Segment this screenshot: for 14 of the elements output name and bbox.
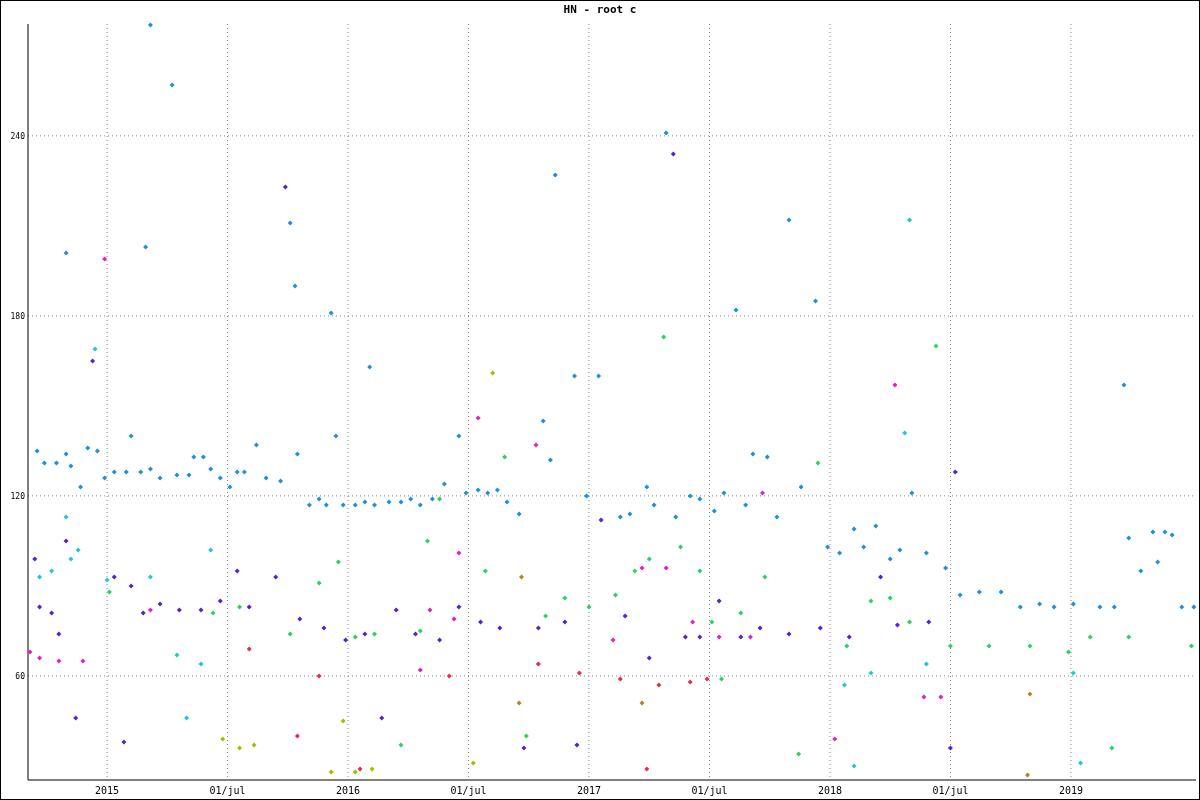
y-tick-label: 120 (10, 491, 25, 501)
y-tick-label: 240 (10, 131, 25, 141)
x-tick-label: 01/jul (450, 785, 487, 796)
x-tick-label: 01/jul (209, 785, 246, 796)
y-tick-label: 60 (15, 671, 25, 681)
x-tick-label: 01/jul (932, 785, 969, 796)
y-tick-label: 180 (10, 311, 25, 321)
x-tick-label: 2015 (95, 785, 120, 796)
chart-title: HN - root c (563, 3, 637, 16)
x-tick-label: 2019 (1058, 785, 1083, 796)
x-tick-label: 2018 (817, 785, 842, 796)
x-tick-label: 2016 (335, 785, 361, 796)
x-tick-label: 2017 (576, 785, 602, 796)
x-tick-label: 01/jul (691, 785, 728, 796)
